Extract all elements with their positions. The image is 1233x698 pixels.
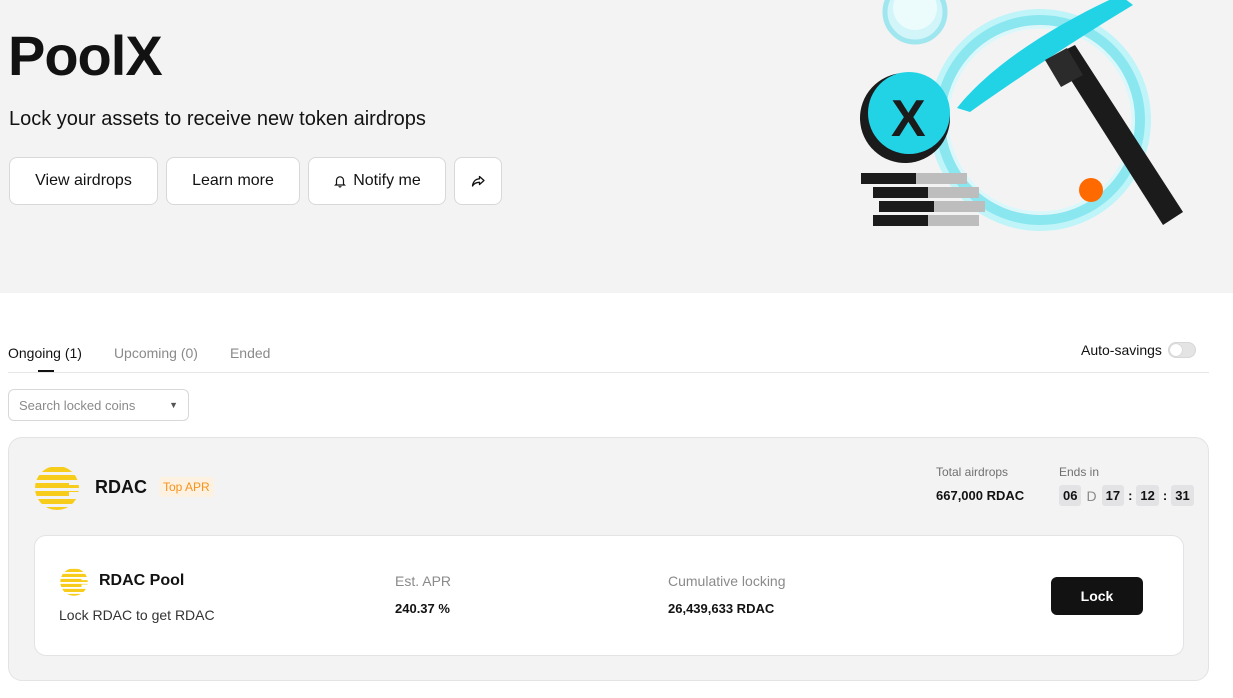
tab-ended[interactable]: Ended: [230, 340, 270, 372]
illustration-x-logo: X: [891, 90, 926, 148]
search-input[interactable]: [19, 397, 149, 413]
learn-more-button[interactable]: Learn more: [166, 157, 300, 205]
tab-upcoming[interactable]: Upcoming (0): [114, 340, 198, 372]
countdown-minutes: 12: [1136, 485, 1159, 506]
view-airdrops-label: View airdrops: [35, 172, 132, 189]
est-apr-value: 240.37 %: [395, 601, 450, 616]
hero-illustration: X: [845, 0, 1205, 250]
auto-savings-toggle[interactable]: [1167, 342, 1196, 358]
countdown-separator: :: [1162, 488, 1168, 503]
project-card: RDAC Top APR Total airdrops 667,000 RDAC…: [8, 437, 1209, 681]
est-apr-label: Est. APR: [395, 573, 452, 589]
rdac-coin-icon: [33, 464, 81, 517]
cumulative-locking-label: Cumulative locking: [668, 573, 786, 589]
countdown-seconds: 31: [1171, 485, 1194, 506]
page-subtitle: Lock your assets to receive new token ai…: [9, 108, 426, 130]
lock-button[interactable]: Lock: [1051, 577, 1143, 615]
countdown-separator: :: [1128, 488, 1133, 503]
notify-me-label: Notify me: [353, 172, 421, 189]
cumulative-locking-value: 26,439,633 RDAC: [668, 601, 775, 616]
countdown-timer: 06 D 17 : 12 : 31: [1059, 485, 1194, 506]
tabs-divider: [8, 372, 1209, 373]
total-airdrops-value: 667,000 RDAC: [936, 488, 1025, 503]
auto-savings-control: Auto-savings: [1081, 342, 1196, 358]
coin-name: RDAC: [95, 477, 147, 497]
notify-me-button[interactable]: Notify me: [308, 157, 446, 205]
share-button[interactable]: [454, 157, 502, 205]
top-apr-badge: Top APR: [159, 477, 214, 497]
bell-icon: [333, 174, 347, 188]
pool-description: Lock RDAC to get RDAC: [59, 607, 215, 623]
pool-row: RDAC Pool Lock RDAC to get RDAC Est. APR…: [34, 535, 1184, 656]
pool-name: RDAC Pool: [99, 572, 185, 589]
learn-more-label: Learn more: [192, 172, 274, 189]
share-icon: [471, 174, 486, 188]
tab-ongoing[interactable]: Ongoing (1): [8, 340, 82, 372]
search-locked-coins[interactable]: ▼: [8, 389, 189, 421]
view-airdrops-button[interactable]: View airdrops: [9, 157, 158, 205]
page-title: PoolX: [8, 24, 163, 87]
pool-tabs: Ongoing (1) Upcoming (0) Ended: [8, 340, 270, 372]
rdac-coin-icon: [59, 567, 89, 602]
auto-savings-label: Auto-savings: [1081, 342, 1162, 358]
countdown-day-unit: D: [1086, 487, 1097, 504]
ends-in-label: Ends in: [1059, 465, 1100, 479]
countdown-days: 06: [1059, 485, 1082, 506]
caret-down-icon[interactable]: ▼: [169, 400, 178, 410]
hero-banner: PoolX Lock your assets to receive new to…: [0, 0, 1233, 293]
total-airdrops-label: Total airdrops: [936, 465, 1009, 479]
toggle-knob: [1169, 344, 1182, 356]
countdown-hours: 17: [1101, 485, 1125, 506]
